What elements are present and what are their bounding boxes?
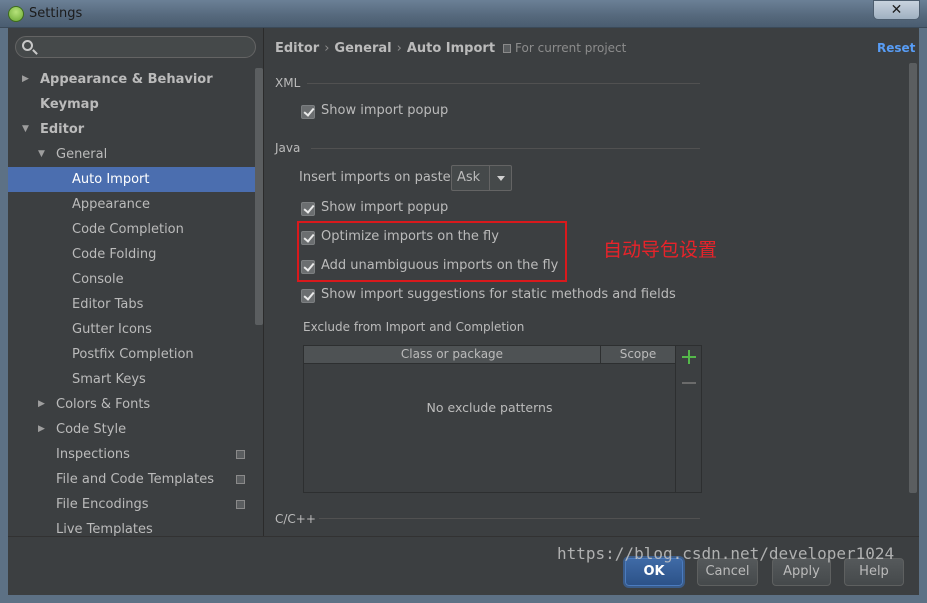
settings-tree: ▶ Appearance & Behavior Keymap ▼ Editor ▼ Gene…	[8, 67, 263, 542]
collapsed-arrow-icon[interactable]: ▶	[38, 417, 50, 442]
sidebar-item-colors-fonts[interactable]: ▶ Colors & Fonts	[8, 392, 263, 417]
sidebar-item-label: Editor Tabs	[72, 297, 144, 312]
section-divider	[319, 518, 700, 519]
sidebar-item-label: File and Code Templates	[56, 472, 214, 487]
project-scope-icon	[236, 475, 245, 484]
breadcrumb-auto-import: Auto Import	[406, 41, 496, 56]
sidebar-item-code-style[interactable]: ▶ Code Style	[8, 417, 263, 442]
search-icon	[22, 40, 33, 51]
sidebar-item-label: Appearance & Behavior	[40, 72, 213, 87]
insert-imports-select[interactable]: Ask	[451, 165, 512, 191]
section-title-xml: XML	[275, 76, 301, 90]
sidebar-item-label: Keymap	[40, 97, 99, 112]
exclude-patterns-table[interactable]: Class or package Scope No exclude patter…	[303, 345, 676, 493]
sidebar-item-editor[interactable]: ▼ Editor	[8, 117, 263, 142]
section-title-java: Java	[275, 141, 301, 155]
sidebar-item-keymap[interactable]: Keymap	[8, 92, 263, 117]
checkbox-checked[interactable]	[301, 289, 315, 303]
expanded-arrow-icon[interactable]: ▼	[22, 117, 34, 142]
sidebar-item-label: Appearance	[72, 197, 151, 212]
auto-import-panel: Editor › General › Auto Import For current pr…	[263, 28, 919, 536]
empty-table-text: No exclude patterns	[426, 400, 553, 415]
sidebar-scrollbar[interactable]	[255, 68, 263, 325]
sidebar-item-label: Postfix Completion	[72, 347, 194, 362]
sidebar-item-appearance[interactable]: Appearance	[8, 192, 263, 217]
checkbox-checked[interactable]	[301, 202, 315, 216]
sidebar-item-editor-tabs[interactable]: Editor Tabs	[8, 292, 263, 317]
settings-sidebar: ▶ Appearance & Behavior Keymap ▼ Editor ▼ Gene…	[8, 28, 263, 537]
sidebar-item-general[interactable]: ▼ General	[8, 142, 263, 167]
watermark-text: https://blog.csdn.net/developer1024	[557, 544, 895, 563]
panel-scrollbar[interactable]	[909, 63, 917, 493]
breadcrumb-editor[interactable]: Editor	[275, 41, 319, 56]
sidebar-item-file-encodings[interactable]: File Encodings	[8, 492, 263, 517]
sidebar-item-label: Code Completion	[72, 222, 184, 237]
project-scope-icon	[503, 44, 512, 53]
collapsed-arrow-icon[interactable]: ▶	[38, 392, 50, 417]
expanded-arrow-icon[interactable]: ▼	[38, 142, 50, 167]
sidebar-item-auto-import[interactable]: Auto Import	[8, 167, 263, 192]
sidebar-item-label: Auto Import	[72, 172, 150, 187]
annotation-text: 自动导包设置	[603, 239, 718, 261]
sidebar-item-postfix-completion[interactable]: Postfix Completion	[8, 342, 263, 367]
window-titlebar: Settings ✕	[0, 0, 927, 28]
sidebar-item-label: Smart Keys	[72, 372, 146, 387]
checkbox-checked[interactable]	[301, 105, 315, 119]
sidebar-item-inspections[interactable]: Inspections	[8, 442, 263, 467]
project-scope-icon	[236, 500, 245, 509]
sidebar-item-code-completion[interactable]: Code Completion	[8, 217, 263, 242]
sidebar-item-code-folding[interactable]: Code Folding	[8, 242, 263, 267]
settings-search-input[interactable]	[15, 36, 256, 58]
settings-dialog: ▶ Appearance & Behavior Keymap ▼ Editor ▼ Gene…	[8, 28, 919, 595]
section-divider	[307, 83, 700, 84]
remove-icon[interactable]	[682, 382, 696, 384]
insert-imports-label: Insert imports on paste:	[299, 170, 456, 185]
project-scope-icon	[236, 450, 245, 459]
sidebar-item-label: Editor	[40, 122, 85, 137]
section-divider	[311, 148, 700, 149]
sidebar-item-label: Code Style	[56, 422, 127, 437]
sidebar-item-label: General	[56, 147, 108, 162]
breadcrumb-general[interactable]: General	[334, 41, 391, 56]
android-studio-app-icon	[8, 6, 24, 22]
checkbox-label: Show import popup	[321, 200, 449, 215]
sidebar-item-label: File Encodings	[56, 497, 149, 512]
section-title-cpp: C/C++	[275, 512, 316, 526]
window-frame-bottom	[0, 595, 927, 603]
annotation-highlight-box	[297, 221, 567, 282]
column-header-class[interactable]: Class or package	[304, 346, 601, 363]
window-title: Settings	[29, 6, 83, 21]
sidebar-item-gutter-icons[interactable]: Gutter Icons	[8, 317, 263, 342]
window-frame-right	[919, 28, 927, 603]
insert-imports-value: Ask	[457, 170, 481, 185]
table-header: Class or package Scope	[304, 346, 675, 364]
breadcrumb-separator: ›	[324, 41, 330, 56]
table-toolbar	[676, 345, 702, 493]
column-header-scope[interactable]: Scope	[601, 346, 675, 363]
exclude-section-title: Exclude from Import and Completion	[303, 320, 525, 334]
sidebar-item-label: Colors & Fonts	[56, 397, 151, 412]
checkbox-label: Show import popup	[321, 103, 449, 118]
scope-note: For current project	[515, 41, 627, 55]
sidebar-item-appearance-behavior[interactable]: ▶ Appearance & Behavior	[8, 67, 263, 92]
chevron-down-icon[interactable]	[489, 166, 511, 190]
breadcrumb: Editor › General › Auto Import For current pr…	[275, 41, 626, 56]
sidebar-item-label: Code Folding	[72, 247, 157, 262]
sidebar-item-file-and-code-templates[interactable]: File and Code Templates	[8, 467, 263, 492]
window-close-button[interactable]: ✕	[873, 0, 920, 20]
add-icon[interactable]	[682, 350, 696, 364]
window-frame-left	[0, 28, 8, 603]
checkbox-label: Show import suggestions for static metho…	[321, 287, 676, 302]
sidebar-item-label: Gutter Icons	[72, 322, 152, 337]
breadcrumb-separator: ›	[396, 41, 402, 56]
sidebar-item-console[interactable]: Console	[8, 267, 263, 292]
sidebar-item-label: Inspections	[56, 447, 130, 462]
sidebar-item-smart-keys[interactable]: Smart Keys	[8, 367, 263, 392]
reset-link[interactable]: Reset	[877, 41, 915, 55]
collapsed-arrow-icon[interactable]: ▶	[22, 67, 34, 92]
sidebar-item-label: Console	[72, 272, 124, 287]
